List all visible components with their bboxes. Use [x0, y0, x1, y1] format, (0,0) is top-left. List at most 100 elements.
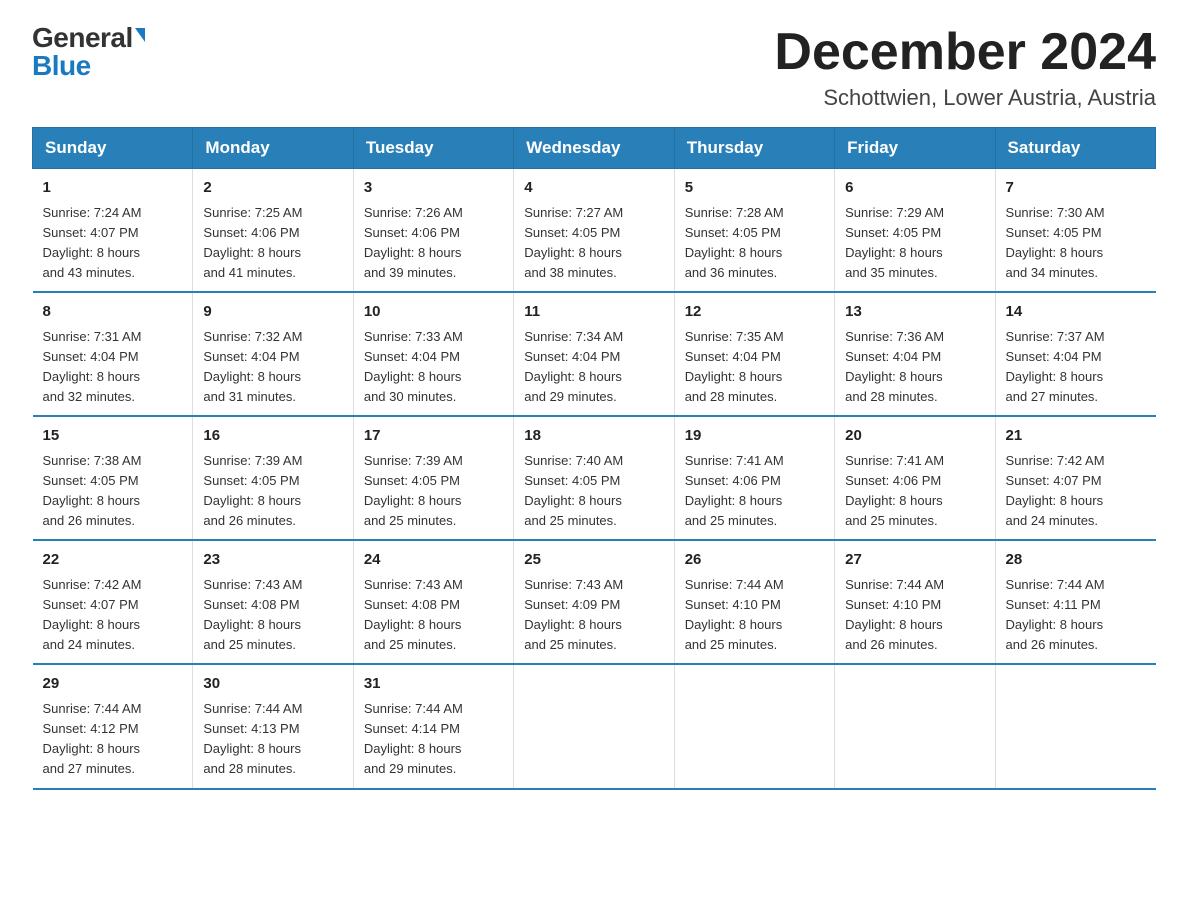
day-info: Sunrise: 7:44 AMSunset: 4:10 PMDaylight:… [845, 575, 984, 656]
calendar-cell: 9 Sunrise: 7:32 AMSunset: 4:04 PMDaylight… [193, 292, 353, 416]
weekday-header-friday: Friday [835, 128, 995, 169]
day-info: Sunrise: 7:32 AMSunset: 4:04 PMDaylight:… [203, 327, 342, 408]
calendar-cell: 14 Sunrise: 7:37 AMSunset: 4:04 PMDayligh… [995, 292, 1155, 416]
day-number: 18 [524, 425, 663, 448]
calendar-cell [674, 664, 834, 788]
calendar-cell: 30 Sunrise: 7:44 AMSunset: 4:13 PMDayligh… [193, 664, 353, 788]
calendar-cell: 22Sunrise: 7:42 AMSunset: 4:07 PMDayligh… [33, 540, 193, 664]
day-info: Sunrise: 7:30 AMSunset: 4:05 PMDaylight:… [1006, 203, 1146, 284]
calendar-cell: 27 Sunrise: 7:44 AMSunset: 4:10 PMDayligh… [835, 540, 995, 664]
day-info: Sunrise: 7:43 AMSunset: 4:08 PMDaylight:… [364, 575, 503, 656]
day-info: Sunrise: 7:44 AMSunset: 4:14 PMDaylight:… [364, 699, 503, 780]
day-number: 2 [203, 177, 342, 200]
day-number: 28 [1006, 549, 1146, 572]
day-info: Sunrise: 7:31 AMSunset: 4:04 PMDaylight:… [43, 327, 183, 408]
weekday-header-tuesday: Tuesday [353, 128, 513, 169]
calendar-cell: 19Sunrise: 7:41 AMSunset: 4:06 PMDayligh… [674, 416, 834, 540]
calendar-header: SundayMondayTuesdayWednesdayThursdayFrid… [33, 128, 1156, 169]
day-number: 9 [203, 301, 342, 324]
day-number: 21 [1006, 425, 1146, 448]
location-title: Schottwien, Lower Austria, Austria [774, 85, 1156, 111]
calendar-cell: 24Sunrise: 7:43 AMSunset: 4:08 PMDayligh… [353, 540, 513, 664]
calendar-body: 1Sunrise: 7:24 AMSunset: 4:07 PMDaylight… [33, 169, 1156, 789]
day-number: 15 [43, 425, 183, 448]
calendar-week-row: 15 Sunrise: 7:38 AMSunset: 4:05 PMDayligh… [33, 416, 1156, 540]
calendar-cell: 8 Sunrise: 7:31 AMSunset: 4:04 PMDaylight… [33, 292, 193, 416]
calendar-cell: 15 Sunrise: 7:38 AMSunset: 4:05 PMDayligh… [33, 416, 193, 540]
day-info: Sunrise: 7:36 AMSunset: 4:04 PMDaylight:… [845, 327, 984, 408]
day-number: 1 [43, 177, 183, 200]
calendar-cell: 13 Sunrise: 7:36 AMSunset: 4:04 PMDayligh… [835, 292, 995, 416]
calendar-cell: 18Sunrise: 7:40 AMSunset: 4:05 PMDayligh… [514, 416, 674, 540]
day-number: 13 [845, 301, 984, 324]
day-info: Sunrise: 7:41 AMSunset: 4:06 PMDaylight:… [845, 451, 984, 532]
calendar-week-row: 29Sunrise: 7:44 AMSunset: 4:12 PMDayligh… [33, 664, 1156, 788]
calendar-cell: 21 Sunrise: 7:42 AMSunset: 4:07 PMDayligh… [995, 416, 1155, 540]
day-info: Sunrise: 7:25 AMSunset: 4:06 PMDaylight:… [203, 203, 342, 284]
day-number: 10 [364, 301, 503, 324]
day-info: Sunrise: 7:37 AMSunset: 4:04 PMDaylight:… [1006, 327, 1146, 408]
weekday-header-wednesday: Wednesday [514, 128, 674, 169]
day-number: 22 [43, 549, 183, 572]
calendar-week-row: 8 Sunrise: 7:31 AMSunset: 4:04 PMDaylight… [33, 292, 1156, 416]
day-number: 25 [524, 549, 663, 572]
day-info: Sunrise: 7:35 AMSunset: 4:04 PMDaylight:… [685, 327, 824, 408]
day-number: 17 [364, 425, 503, 448]
day-info: Sunrise: 7:39 AMSunset: 4:05 PMDaylight:… [203, 451, 342, 532]
weekday-header-row: SundayMondayTuesdayWednesdayThursdayFrid… [33, 128, 1156, 169]
page-header: General Blue December 2024 Schottwien, L… [32, 24, 1156, 111]
calendar-cell: 16 Sunrise: 7:39 AMSunset: 4:05 PMDayligh… [193, 416, 353, 540]
calendar-cell [514, 664, 674, 788]
day-info: Sunrise: 7:41 AMSunset: 4:06 PMDaylight:… [685, 451, 824, 532]
day-info: Sunrise: 7:44 AMSunset: 4:13 PMDaylight:… [203, 699, 342, 780]
logo-blue-text: Blue [32, 52, 145, 80]
day-info: Sunrise: 7:33 AMSunset: 4:04 PMDaylight:… [364, 327, 503, 408]
day-number: 6 [845, 177, 984, 200]
calendar-cell: 1Sunrise: 7:24 AMSunset: 4:07 PMDaylight… [33, 169, 193, 293]
day-info: Sunrise: 7:39 AMSunset: 4:05 PMDaylight:… [364, 451, 503, 532]
day-info: Sunrise: 7:29 AMSunset: 4:05 PMDaylight:… [845, 203, 984, 284]
title-block: December 2024 Schottwien, Lower Austria,… [774, 24, 1156, 111]
day-number: 26 [685, 549, 824, 572]
day-info: Sunrise: 7:44 AMSunset: 4:10 PMDaylight:… [685, 575, 824, 656]
calendar-cell: 20 Sunrise: 7:41 AMSunset: 4:06 PMDayligh… [835, 416, 995, 540]
day-info: Sunrise: 7:43 AMSunset: 4:08 PMDaylight:… [203, 575, 342, 656]
day-info: Sunrise: 7:27 AMSunset: 4:05 PMDaylight:… [524, 203, 663, 284]
calendar-cell: 31 Sunrise: 7:44 AMSunset: 4:14 PMDayligh… [353, 664, 513, 788]
calendar-cell [835, 664, 995, 788]
day-number: 29 [43, 673, 183, 696]
logo: General Blue [32, 24, 145, 80]
logo-general-text: General [32, 24, 133, 52]
day-number: 14 [1006, 301, 1146, 324]
calendar-cell: 10 Sunrise: 7:33 AMSunset: 4:04 PMDayligh… [353, 292, 513, 416]
day-number: 4 [524, 177, 663, 200]
day-info: Sunrise: 7:34 AMSunset: 4:04 PMDaylight:… [524, 327, 663, 408]
day-number: 16 [203, 425, 342, 448]
day-info: Sunrise: 7:26 AMSunset: 4:06 PMDaylight:… [364, 203, 503, 284]
day-info: Sunrise: 7:38 AMSunset: 4:05 PMDaylight:… [43, 451, 183, 532]
day-number: 8 [43, 301, 183, 324]
calendar-week-row: 1Sunrise: 7:24 AMSunset: 4:07 PMDaylight… [33, 169, 1156, 293]
day-number: 11 [524, 301, 663, 324]
day-info: Sunrise: 7:42 AMSunset: 4:07 PMDaylight:… [1006, 451, 1146, 532]
calendar-cell: 11 Sunrise: 7:34 AMSunset: 4:04 PMDayligh… [514, 292, 674, 416]
calendar-cell: 26 Sunrise: 7:44 AMSunset: 4:10 PMDayligh… [674, 540, 834, 664]
day-number: 12 [685, 301, 824, 324]
day-number: 7 [1006, 177, 1146, 200]
calendar-cell: 4 Sunrise: 7:27 AMSunset: 4:05 PMDaylight… [514, 169, 674, 293]
day-number: 20 [845, 425, 984, 448]
day-info: Sunrise: 7:43 AMSunset: 4:09 PMDaylight:… [524, 575, 663, 656]
calendar-cell: 29Sunrise: 7:44 AMSunset: 4:12 PMDayligh… [33, 664, 193, 788]
day-number: 31 [364, 673, 503, 696]
day-number: 27 [845, 549, 984, 572]
calendar-cell: 3Sunrise: 7:26 AMSunset: 4:06 PMDaylight… [353, 169, 513, 293]
day-number: 30 [203, 673, 342, 696]
calendar-cell: 28 Sunrise: 7:44 AMSunset: 4:11 PMDayligh… [995, 540, 1155, 664]
calendar-cell: 23 Sunrise: 7:43 AMSunset: 4:08 PMDayligh… [193, 540, 353, 664]
day-info: Sunrise: 7:44 AMSunset: 4:11 PMDaylight:… [1006, 575, 1146, 656]
calendar-cell: 25 Sunrise: 7:43 AMSunset: 4:09 PMDayligh… [514, 540, 674, 664]
day-number: 23 [203, 549, 342, 572]
day-number: 5 [685, 177, 824, 200]
calendar-cell: 17 Sunrise: 7:39 AMSunset: 4:05 PMDayligh… [353, 416, 513, 540]
calendar-cell: 12 Sunrise: 7:35 AMSunset: 4:04 PMDayligh… [674, 292, 834, 416]
